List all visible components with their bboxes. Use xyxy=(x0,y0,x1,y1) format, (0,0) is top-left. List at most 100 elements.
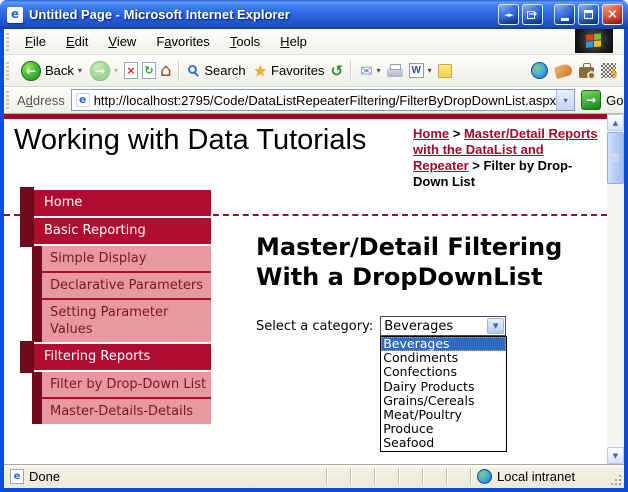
category-dropdown[interactable]: Beverages ▼ xyxy=(380,316,507,336)
address-dropdown-button[interactable]: ▾ xyxy=(556,90,575,110)
home-button[interactable]: ⌂ xyxy=(160,61,171,80)
address-bar: Address e http://localhost:2795/Code/Dat… xyxy=(4,87,624,114)
menu-bar: File Edit View Favorites Tools Help xyxy=(4,29,624,55)
favorites-star-icon: ★ xyxy=(253,61,268,80)
breadcrumb-home-link[interactable]: Home xyxy=(413,126,449,141)
ie-page-icon: e xyxy=(7,6,23,23)
sidebar-item-basic-reporting[interactable]: Basic Reporting xyxy=(20,215,211,247)
toolbar-grip[interactable] xyxy=(6,61,9,80)
sidebar-accent-strip xyxy=(32,372,42,397)
search-label: Search xyxy=(204,63,246,78)
go-button[interactable]: → Go xyxy=(581,90,624,110)
sidebar-item-label: Home xyxy=(34,190,211,216)
option-seafood[interactable]: Seafood xyxy=(381,436,506,450)
option-confections[interactable]: Confections xyxy=(381,365,506,379)
main-content: Master/Detail Filtering With a DropDownL… xyxy=(256,232,601,452)
print-button[interactable] xyxy=(386,64,403,77)
menu-edit[interactable]: Edit xyxy=(56,30,98,53)
script-debug-button[interactable]: ϟ xyxy=(601,63,618,81)
option-produce[interactable]: Produce xyxy=(381,422,506,436)
menu-tools[interactable]: Tools xyxy=(220,30,270,53)
status-bar: e Done Local intranet xyxy=(4,464,624,488)
option-grains-cereals[interactable]: Grains/Cereals xyxy=(381,393,506,408)
option-beverages[interactable]: Beverages xyxy=(381,336,507,352)
mail-button[interactable]: ✉ ▾ xyxy=(358,62,383,80)
chevron-down-icon[interactable]: ▼ xyxy=(487,318,505,334)
window-title: Untitled Page - Microsoft Internet Explo… xyxy=(29,7,290,22)
minimize-button[interactable] xyxy=(554,4,575,25)
option-condiments[interactable]: Condiments xyxy=(381,351,506,365)
refresh-button[interactable]: ↻ xyxy=(141,62,156,79)
close-button[interactable]: × xyxy=(602,4,623,25)
toolbar-separator xyxy=(350,59,352,82)
sidebar-item-setting-parameter-values[interactable]: Setting Parameter Values xyxy=(32,298,211,342)
mail-dropdown-icon[interactable]: ▾ xyxy=(377,66,381,75)
addressbar-grip[interactable] xyxy=(6,91,9,109)
sidebar-item-declarative-parameters[interactable]: Declarative Parameters xyxy=(32,271,211,298)
notes-button[interactable] xyxy=(437,63,452,78)
sidebar-item-label: Declarative Parameters xyxy=(42,271,211,298)
switch-arrows-icon: ◄► xyxy=(504,10,514,19)
option-dairy-products[interactable]: Dairy Products xyxy=(381,379,506,394)
breadcrumb-separator: > xyxy=(472,158,480,173)
windows-logo-throbber xyxy=(575,29,613,53)
category-option-list: Beverages Condiments Confections Dairy P… xyxy=(380,336,508,452)
page-title-line1: Master/Detail Filtering xyxy=(256,233,563,261)
toolbar-separator xyxy=(178,59,180,82)
menu-file[interactable]: File xyxy=(15,30,56,53)
forward-icon: → xyxy=(89,60,110,81)
menu-favorites[interactable]: Favorites xyxy=(146,30,219,53)
detach-button[interactable]: → xyxy=(522,4,543,25)
address-label: Address xyxy=(17,92,65,108)
maximize-button[interactable] xyxy=(578,4,599,25)
menu-view[interactable]: View xyxy=(98,30,146,53)
web-page: Working with Data Tutorials Home > Maste… xyxy=(4,114,607,464)
history-button[interactable]: ↺ xyxy=(331,62,344,80)
messenger-globe-button[interactable] xyxy=(531,62,548,79)
sidebar-accent-strip xyxy=(32,397,42,424)
lightning-icon: ϟ xyxy=(610,67,618,81)
category-select-label: Select a category: xyxy=(256,319,374,334)
favorites-label: Favorites xyxy=(271,63,325,78)
favorites-button[interactable]: ★ Favorites xyxy=(252,62,327,80)
url-text[interactable]: http://localhost:2795/Code/DataListRepea… xyxy=(94,93,556,108)
sidebar-item-home[interactable]: Home xyxy=(20,187,211,219)
menu-help[interactable]: Help xyxy=(270,30,317,53)
export-arrow-icon: → xyxy=(528,9,538,20)
messenger-hand-button[interactable] xyxy=(553,62,574,79)
scroll-down-button[interactable]: ▼ xyxy=(607,447,624,464)
search-button[interactable]: Search xyxy=(186,63,247,78)
title-bar: e Untitled Page - Microsoft Internet Exp… xyxy=(0,0,628,29)
menubar-grip[interactable] xyxy=(6,32,9,51)
stop-button[interactable]: × xyxy=(123,62,138,79)
scroll-up-button[interactable]: ▲ xyxy=(607,114,624,131)
minimize-icon xyxy=(560,18,569,21)
browser-window: e Untitled Page - Microsoft Internet Exp… xyxy=(0,0,628,492)
vertical-scrollbar[interactable]: ▲ ▼ xyxy=(607,114,624,464)
sidebar-item-filtering-reports[interactable]: Filtering Reports xyxy=(20,341,211,373)
security-zone: Local intranet xyxy=(470,468,608,485)
sidebar-item-filter-by-dropdown-list[interactable]: Filter by Drop-Down List xyxy=(32,372,211,397)
sidebar-item-simple-display[interactable]: Simple Display xyxy=(32,246,211,271)
edit-with-word-button[interactable]: W ▾ xyxy=(407,63,434,78)
sidebar-nav: Home Basic Reporting Simple Display Decl… xyxy=(20,187,211,424)
scrollbar-thumb[interactable] xyxy=(607,132,624,184)
stop-icon: × xyxy=(126,64,136,77)
research-button[interactable] xyxy=(579,62,596,80)
status-panes xyxy=(326,468,470,485)
back-button[interactable]: ← Back ▾ xyxy=(19,60,84,81)
category-filter-row: Select a category: Beverages ▼ Beverages… xyxy=(256,316,601,452)
nav-switch-button[interactable]: ◄► xyxy=(498,4,519,25)
forward-dropdown-icon: ▾ xyxy=(113,66,118,75)
option-meat-poultry[interactable]: Meat/Poultry xyxy=(381,407,506,422)
edit-dropdown-icon[interactable]: ▾ xyxy=(428,66,432,75)
forward-button[interactable]: → ▾ xyxy=(88,60,120,81)
resize-grip[interactable] xyxy=(608,468,624,488)
refresh-icon: ↻ xyxy=(144,64,154,77)
back-dropdown-icon[interactable]: ▾ xyxy=(78,66,82,75)
sidebar-item-label: Filter by Drop-Down List xyxy=(42,372,211,397)
address-input[interactable]: e http://localhost:2795/Code/DataListRep… xyxy=(70,89,576,111)
sidebar-item-master-details-details[interactable]: Master-Details-Details xyxy=(32,397,211,424)
status-page-icon: e xyxy=(10,469,24,484)
sidebar-item-label: Master-Details-Details xyxy=(42,397,211,424)
